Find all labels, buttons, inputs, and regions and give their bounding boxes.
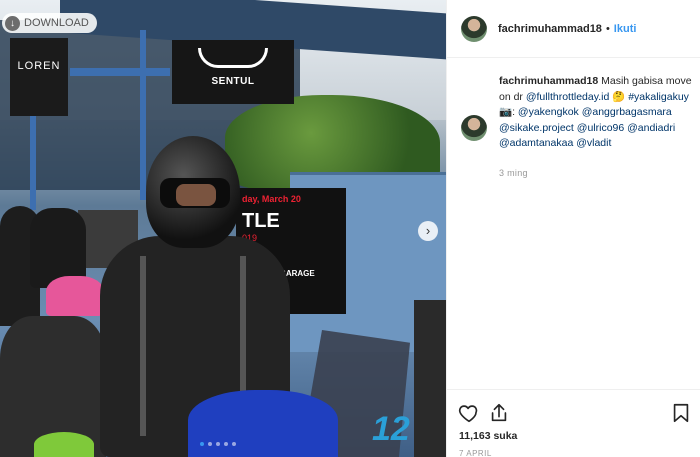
- caption-mention[interactable]: @adamtanakaa: [499, 137, 573, 149]
- photo-rider-face: [176, 184, 216, 206]
- post-photo[interactable]: LOREN SENTUL day, March 20 TLE 019 RC MO…: [0, 0, 446, 457]
- photo-pole: [70, 68, 170, 76]
- caption-mention[interactable]: @anggrbagasmara: [582, 106, 672, 118]
- sentul-logo-icon: [198, 48, 268, 68]
- carousel-dot: [208, 442, 212, 446]
- photo-bike-green: [34, 432, 94, 457]
- bookmark-icon[interactable]: [670, 402, 692, 424]
- banner-line: TLE: [242, 210, 280, 232]
- carousel-dot: [224, 442, 228, 446]
- banner-line: day, March 20: [242, 194, 301, 204]
- photo-pole: [140, 30, 146, 200]
- caption-mention[interactable]: @sikake.project: [499, 122, 574, 134]
- likes-count[interactable]: 11,163 suka: [459, 430, 517, 442]
- carousel-next-button[interactable]: ›: [418, 221, 438, 241]
- heart-icon[interactable]: [458, 402, 480, 424]
- post-date[interactable]: 7 APRIL: [459, 449, 492, 457]
- carousel-dot: [216, 442, 220, 446]
- photo-bike-pink: [46, 276, 104, 316]
- carousel-dot: [232, 442, 236, 446]
- avatar[interactable]: [461, 15, 487, 42]
- download-label: DOWNLOAD: [24, 17, 89, 29]
- caption-username[interactable]: fachrimuhammad18: [499, 75, 598, 87]
- photo-bike-number: 12: [372, 410, 410, 448]
- carousel-dots: [200, 442, 236, 446]
- photo-bike-right: [414, 300, 446, 457]
- avatar[interactable]: [461, 115, 487, 141]
- download-icon: ↓: [5, 15, 20, 31]
- post-header: fachrimuhammad18 • Ikuti: [447, 0, 700, 58]
- caption-time[interactable]: 3 ming: [499, 168, 528, 178]
- camera-emoji-icon: 📷: [499, 106, 513, 118]
- photo-sign-lorem: LOREN: [10, 38, 68, 116]
- header-username[interactable]: fachrimuhammad18: [498, 23, 602, 35]
- caption-mention[interactable]: @yakengkok: [518, 106, 579, 118]
- post-actions: 11,163 suka 7 APRIL: [447, 389, 700, 457]
- share-icon[interactable]: [488, 402, 510, 424]
- header-separator: •: [605, 22, 610, 35]
- download-button[interactable]: ↓ DOWNLOAD: [2, 13, 97, 33]
- caption-mention[interactable]: @vladit: [576, 137, 611, 149]
- photo-bike-blue: [188, 390, 338, 457]
- carousel-dot: [200, 442, 204, 446]
- caption-colon: :: [512, 106, 515, 118]
- caption-mention[interactable]: @ulrico96: [577, 122, 624, 134]
- photo-sign-sentul: SENTUL: [172, 40, 294, 104]
- caption-body: fachrimuhammad18 Masih gabisa move on dr…: [499, 74, 699, 152]
- instagram-post-view: LOREN SENTUL day, March 20 TLE 019 RC MO…: [0, 0, 700, 457]
- chevron-right-icon: ›: [425, 223, 431, 238]
- caption-mention[interactable]: @andiadri: [627, 122, 675, 134]
- suit-stripe: [140, 256, 146, 436]
- sentul-sign-text: SENTUL: [211, 76, 255, 87]
- post-side-panel: fachrimuhammad18 • Ikuti fachrimuhammad1…: [446, 0, 700, 457]
- caption-hashtag[interactable]: #yakaligakuy: [628, 91, 689, 103]
- follow-button[interactable]: Ikuti: [614, 23, 637, 35]
- thinking-emoji-icon: 🤔: [612, 90, 626, 103]
- caption-mention[interactable]: @fullthrottleday.id: [526, 91, 609, 103]
